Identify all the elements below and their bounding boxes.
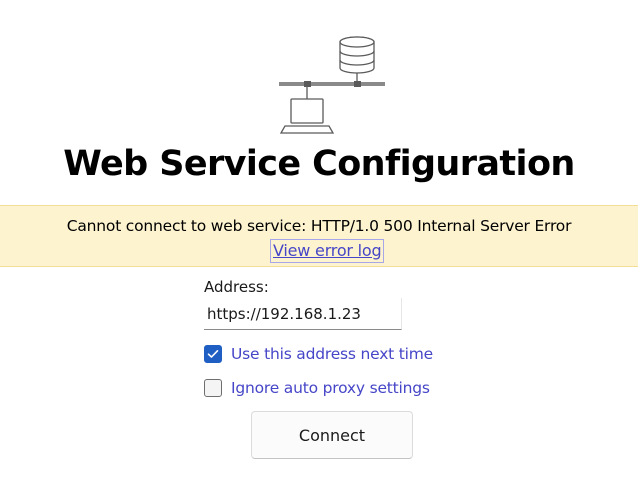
address-label: Address: [204,278,269,296]
error-message: Cannot connect to web service: HTTP/1.0 … [66,217,572,235]
connect-button[interactable]: Connect [251,411,413,459]
address-input[interactable] [204,298,402,330]
ignore-auto-proxy-checkbox[interactable] [204,379,222,397]
network-server-icon [279,36,385,134]
page-title: Web Service Configuration [63,144,575,184]
use-address-next-time-option[interactable]: Use this address next time [204,343,433,365]
web-service-config-page: Web Service Configuration Cannot connect… [0,0,638,494]
use-address-next-time-label[interactable]: Use this address next time [231,344,433,364]
error-banner: Cannot connect to web service: HTTP/1.0 … [0,205,638,267]
use-address-next-time-checkbox[interactable] [204,345,222,363]
ignore-auto-proxy-label[interactable]: Ignore auto proxy settings [231,378,430,398]
ignore-auto-proxy-option[interactable]: Ignore auto proxy settings [204,377,430,399]
checkmark-icon [207,350,219,358]
view-error-log-link[interactable]: View error log [270,239,385,263]
